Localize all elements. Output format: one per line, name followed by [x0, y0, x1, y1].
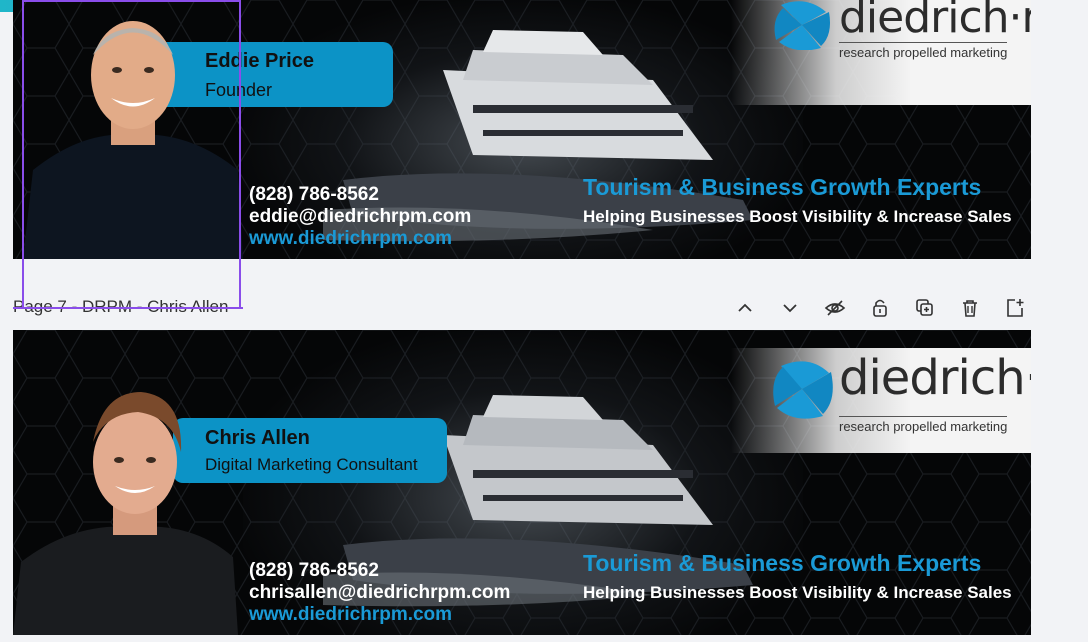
logo-tagline: research propelled marketing [839, 42, 1008, 60]
add-page-icon [1006, 299, 1023, 317]
duplicate-page-button[interactable] [908, 294, 941, 322]
logo-area: diedrich·rpm research propelled marketin… [731, 0, 1031, 105]
logo-wordmark: diedrich·rpm [839, 0, 1031, 43]
pinwheel-logo-icon [774, 1, 830, 50]
subline-text: Helping Businesses Boost Visibility & In… [583, 207, 1012, 226]
chevron-down-icon [782, 304, 797, 313]
person-photo-chris [13, 392, 238, 635]
website-text: www.diedrichrpm.com [249, 604, 453, 625]
phone-text: (828) 786-8562 [249, 184, 379, 205]
page-actions [728, 294, 1031, 322]
trash-icon [962, 300, 977, 317]
subline-text: Helping Businesses Boost Visibility & In… [583, 583, 1012, 602]
email-text: eddie@diedrichrpm.com [249, 206, 472, 227]
hide-page-button[interactable] [818, 294, 851, 322]
logo-area: diedrich·rpm research propelled marketin… [731, 348, 1031, 453]
tagline-block: Tourism & Business Growth Experts Helpin… [583, 174, 1023, 228]
contact-block: (828) 786-8562 eddie@diedrichrpm.com www… [249, 184, 471, 250]
lock-icon [872, 299, 887, 317]
lock-page-button[interactable] [863, 294, 896, 322]
contact-block: (828) 786-8562 chrisallen@diedrichrpm.co… [249, 560, 510, 626]
move-down-button[interactable] [773, 294, 806, 322]
delete-page-button[interactable] [953, 294, 986, 322]
hide-icon [824, 300, 845, 316]
selection-box[interactable] [22, 0, 241, 309]
headline-text: Tourism & Business Growth Experts [583, 174, 982, 200]
move-up-button[interactable] [728, 294, 761, 322]
add-page-button[interactable] [998, 294, 1031, 322]
logo-wordmark: diedrich·rpm [839, 350, 1031, 406]
banner-chris-allen[interactable]: diedrich·rpm research propelled marketin… [13, 330, 1031, 635]
pinwheel-logo-icon [773, 361, 833, 419]
website-text: www.diedrichrpm.com [249, 228, 453, 249]
duplicate-icon [915, 299, 933, 316]
phone-text: (828) 786-8562 [249, 560, 379, 581]
headline-text: Tourism & Business Growth Experts [583, 550, 982, 576]
tagline-block: Tourism & Business Growth Experts Helpin… [583, 550, 1023, 604]
logo-tagline: research propelled marketing [839, 416, 1008, 434]
email-text: chrisallen@diedrichrpm.com [249, 582, 511, 603]
selection-guide-line [13, 307, 243, 309]
chevron-up-icon [737, 303, 752, 312]
canvas-right-gutter [1031, 0, 1088, 642]
